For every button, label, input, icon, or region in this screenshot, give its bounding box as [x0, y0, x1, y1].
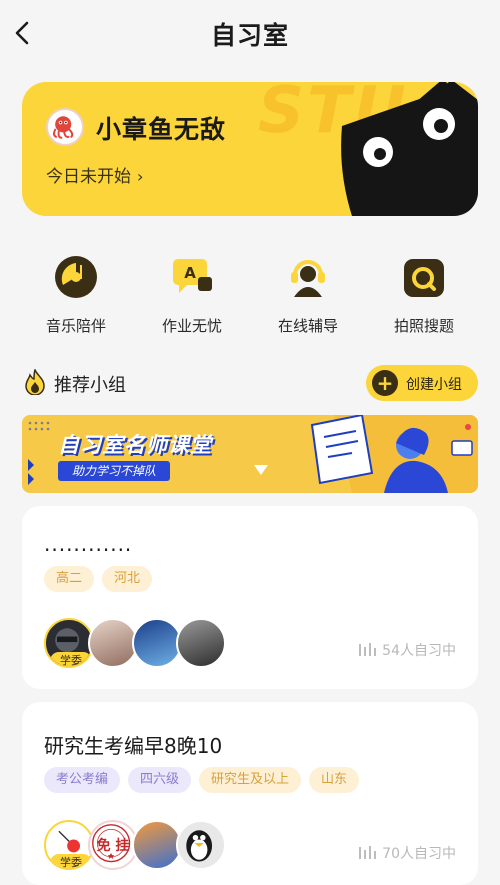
flame-icon — [25, 369, 45, 395]
member-avatar — [88, 618, 138, 668]
shortcut-tutor[interactable]: 在线辅导 — [258, 255, 358, 336]
svg-text:A: A — [184, 264, 196, 282]
banner-subtitle: 助力学习不掉队 — [58, 461, 171, 481]
bars-icon — [359, 643, 377, 656]
study-status-text: 今日未开始 — [46, 167, 131, 187]
group-tag: 四六级 — [128, 767, 192, 793]
create-group-label: 创建小组 — [406, 377, 462, 393]
page-title: 自习室 — [210, 21, 289, 50]
studying-count-text: 54人自习中 — [382, 643, 456, 659]
member-avatars: 学委 免 挂 — [44, 820, 226, 870]
member-avatar — [132, 618, 182, 668]
member-avatar: 免 挂 — [88, 820, 138, 870]
promo-banner[interactable]: 自习室名师课堂 助力学习不掉队 — [22, 415, 478, 493]
member-avatars: 学委 — [44, 618, 226, 668]
study-status-link[interactable]: 今日未开始 › — [46, 162, 143, 187]
group-tag: 河北 — [102, 566, 153, 592]
group-tags: 考公考编 四六级 研究生及以上 山东 — [44, 767, 360, 793]
group-tag: 考公考编 — [44, 767, 121, 793]
role-badge: 学委 — [50, 652, 92, 666]
member-avatar: 学委 — [44, 820, 94, 870]
create-group-button[interactable]: + 创建小组 — [366, 365, 478, 401]
user-name: 小章鱼无敌 — [96, 115, 227, 144]
studying-count: 70人自习中 — [358, 843, 456, 863]
shortcut-label: 作业无忧 — [161, 317, 222, 335]
music-icon — [55, 256, 97, 298]
group-tag: 研究生及以上 — [199, 767, 302, 793]
octopus-icon — [53, 116, 74, 139]
studying-count: 54人自习中 — [358, 640, 456, 660]
shortcut-camera-search[interactable]: 拍照搜题 — [374, 255, 474, 336]
homework-icon: A — [173, 259, 212, 293]
group-tag: 山东 — [309, 767, 360, 793]
shortcut-label: 拍照搜题 — [393, 317, 454, 335]
bars-icon — [359, 846, 377, 859]
group-tags: 高二 河北 — [44, 566, 153, 592]
member-avatar — [132, 820, 182, 870]
seal-text: 免 挂 — [96, 838, 130, 854]
member-avatar: 学委 — [44, 618, 94, 668]
member-avatar — [176, 618, 226, 668]
section-title: 推荐小组 — [54, 375, 126, 396]
group-tag: 高二 — [44, 566, 95, 592]
group-title: ............ — [44, 532, 133, 556]
group-title: 研究生考编早8晚10 — [44, 734, 223, 758]
shortcut-homework[interactable]: A 作业无忧 — [142, 255, 242, 336]
role-badge: 学委 — [50, 854, 92, 868]
plus-icon: + — [372, 370, 398, 396]
banner-title: 自习室名师课堂 — [58, 433, 212, 457]
camera-search-icon — [404, 259, 444, 297]
member-avatar — [176, 820, 226, 870]
studying-count-text: 70人自习中 — [382, 846, 456, 862]
teacher-illustration — [310, 415, 478, 493]
penguin-avatar-image — [186, 830, 213, 862]
black-cat-illustration — [341, 82, 478, 216]
tutor-icon — [291, 260, 325, 297]
top-bar: 自习室 — [0, 0, 500, 66]
shortcut-label: 在线辅导 — [277, 317, 338, 335]
shortcut-music[interactable]: 音乐陪伴 — [26, 255, 126, 336]
profile-card[interactable]: STU 小章鱼无敌 今日未开始 › — [22, 82, 478, 216]
shortcut-label: 音乐陪伴 — [45, 317, 106, 335]
user-avatar[interactable] — [46, 108, 84, 146]
chevron-right-icon: › — [137, 167, 144, 186]
